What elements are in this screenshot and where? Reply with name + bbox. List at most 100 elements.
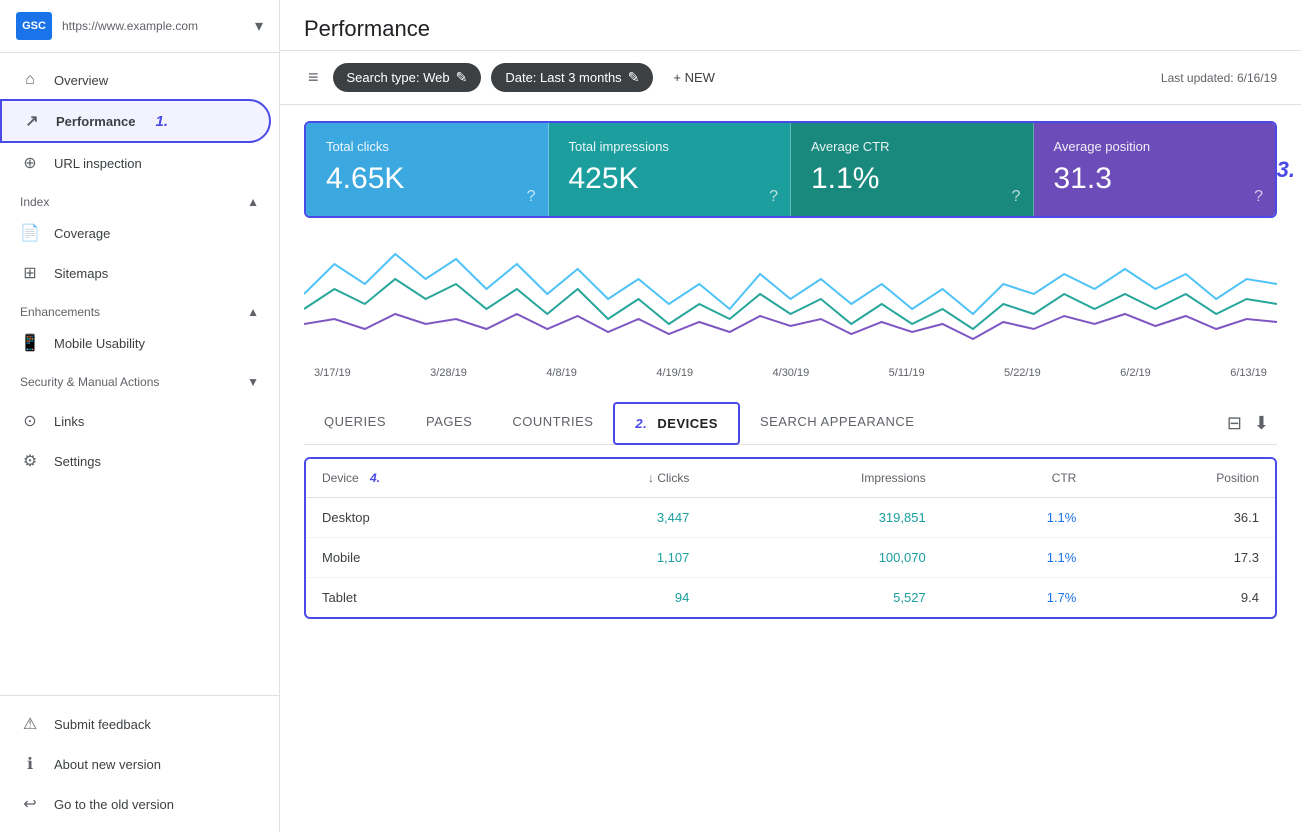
sidebar-item-submit-feedback-label: Submit feedback	[54, 717, 151, 732]
col-device: Device 4.	[306, 459, 526, 498]
main-content: Performance ≡ Search type: Web ✎ Date: L…	[280, 0, 1301, 832]
stat-card-ctr[interactable]: Average CTR 1.1% ?	[791, 123, 1034, 216]
impressions-mobile: 100,070	[705, 538, 941, 578]
last-updated-text: Last updated: 6/16/19	[1161, 71, 1277, 85]
tab-devices[interactable]: 2. DEVICES	[613, 402, 740, 445]
sidebar-item-go-to-old-version-label: Go to the old version	[54, 797, 174, 812]
search-type-chip[interactable]: Search type: Web ✎	[333, 63, 482, 92]
performance-chart	[304, 234, 1277, 364]
tab-countries[interactable]: COUNTRIES	[492, 402, 613, 445]
position-tablet: 9.4	[1092, 578, 1275, 618]
chart-date-1: 3/28/19	[430, 367, 467, 379]
chart-date-5: 5/11/19	[889, 367, 925, 379]
sidebar-item-about-new-version[interactable]: ℹ About new version	[0, 744, 271, 784]
section-index-label: Index	[20, 195, 49, 209]
col-clicks[interactable]: ↓ Clicks	[526, 459, 705, 498]
section-index[interactable]: Index ▲	[0, 183, 279, 213]
stat-position-help-icon[interactable]: ?	[1254, 188, 1263, 206]
sidebar-item-sitemaps[interactable]: ⊞ Sitemaps	[0, 253, 271, 293]
sidebar-item-mobile-usability[interactable]: 📱 Mobile Usability	[0, 323, 271, 363]
section-enhancements[interactable]: Enhancements ▲	[0, 293, 279, 323]
chart-date-3: 4/19/19	[656, 367, 693, 379]
stat-impressions-value: 425K	[569, 162, 771, 196]
new-button[interactable]: + NEW	[663, 64, 725, 91]
section-security[interactable]: Security & Manual Actions ▼	[0, 363, 279, 393]
sidebar-item-go-to-old-version[interactable]: ↩ Go to the old version	[0, 784, 271, 824]
chart-date-0: 3/17/19	[314, 367, 351, 379]
clicks-tablet: 94	[526, 578, 705, 618]
impressions-tablet: 5,527	[705, 578, 941, 618]
chart-container: 3/17/19 3/28/19 4/8/19 4/19/19 4/30/19 5…	[304, 234, 1277, 394]
col-ctr[interactable]: CTR	[942, 459, 1093, 498]
sidebar-item-links-label: Links	[54, 414, 84, 429]
clicks-desktop: 3,447	[526, 498, 705, 538]
ctr-desktop: 1.1%	[942, 498, 1093, 538]
stat-card-position[interactable]: Average position 31.3 ?	[1034, 123, 1276, 216]
stat-card-clicks[interactable]: Total clicks 4.65K ?	[306, 123, 549, 216]
filter-icon[interactable]: ≡	[304, 63, 323, 92]
download-icon[interactable]: ⬇	[1254, 413, 1269, 434]
sidebar-item-links[interactable]: ⊙ Links	[0, 401, 271, 441]
date-label: Date: Last 3 months	[505, 70, 621, 85]
stat-clicks-label: Total clicks	[326, 139, 528, 154]
ctr-mobile: 1.1%	[942, 538, 1093, 578]
impressions-desktop: 319,851	[705, 498, 941, 538]
sidebar-item-coverage[interactable]: 📄 Coverage	[0, 213, 271, 253]
data-table-section: Device 4. ↓ Clicks Impressions CTR Posit…	[304, 457, 1277, 619]
stat-ctr-value: 1.1%	[811, 162, 1013, 196]
mobile-icon: 📱	[20, 333, 40, 353]
search-type-edit-icon: ✎	[456, 69, 468, 86]
logo-chevron-icon[interactable]: ▾	[255, 16, 263, 36]
sidebar-item-coverage-label: Coverage	[54, 226, 110, 241]
sidebar: GSC https://www.example.com ▾ ⌂ Overview…	[0, 0, 280, 832]
settings-icon: ⚙	[20, 451, 40, 471]
sidebar-bottom: ⚠ Submit feedback ℹ About new version ↩ …	[0, 695, 279, 832]
tab-search-appearance-label: SEARCH APPEARANCE	[760, 414, 914, 429]
device-mobile: Mobile	[306, 538, 526, 578]
sidebar-logo[interactable]: GSC https://www.example.com ▾	[0, 0, 279, 53]
logo-text: https://www.example.com	[62, 19, 245, 33]
table-row-tablet[interactable]: Tablet 94 5,527 1.7% 9.4	[306, 578, 1275, 618]
date-chip[interactable]: Date: Last 3 months ✎	[491, 63, 653, 92]
sidebar-item-overview[interactable]: ⌂ Overview	[0, 61, 271, 99]
table-header-row: Device 4. ↓ Clicks Impressions CTR Posit…	[306, 459, 1275, 498]
tab-search-appearance[interactable]: SEARCH APPEARANCE	[740, 402, 934, 445]
sidebar-item-url-inspection-label: URL inspection	[54, 156, 142, 171]
go-back-icon: ↩	[20, 794, 40, 814]
sidebar-item-submit-feedback[interactable]: ⚠ Submit feedback	[0, 704, 271, 744]
page-title: Performance	[304, 16, 1277, 42]
chart-date-7: 6/2/19	[1120, 367, 1151, 379]
tab-queries-label: QUERIES	[324, 414, 386, 429]
table-row-desktop[interactable]: Desktop 3,447 319,851 1.1% 36.1	[306, 498, 1275, 538]
section-enhancements-label: Enhancements	[20, 305, 100, 319]
col-impressions[interactable]: Impressions	[705, 459, 941, 498]
feedback-icon: ⚠	[20, 714, 40, 734]
chart-date-2: 4/8/19	[546, 367, 577, 379]
stat-impressions-help-icon[interactable]: ?	[769, 188, 778, 206]
position-mobile: 17.3	[1092, 538, 1275, 578]
logo-icon: GSC	[16, 12, 52, 40]
sidebar-item-url-inspection[interactable]: ⊕ URL inspection	[0, 143, 271, 183]
tab-queries[interactable]: QUERIES	[304, 402, 406, 445]
sidebar-nav: ⌂ Overview ↗ Performance 1. ⊕ URL inspec…	[0, 53, 279, 695]
table-row-mobile[interactable]: Mobile 1,107 100,070 1.1% 17.3	[306, 538, 1275, 578]
stat-ctr-help-icon[interactable]: ?	[1012, 188, 1021, 206]
tab-pages[interactable]: PAGES	[406, 402, 492, 445]
stat-card-impressions[interactable]: Total impressions 425K ?	[549, 123, 792, 216]
table-filter-icon[interactable]: ⊟	[1227, 413, 1242, 434]
stat-clicks-help-icon[interactable]: ?	[527, 188, 536, 206]
sidebar-item-mobile-usability-label: Mobile Usability	[54, 336, 145, 351]
col-position[interactable]: Position	[1092, 459, 1275, 498]
tab-devices-label: DEVICES	[657, 416, 718, 431]
links-icon: ⊙	[20, 411, 40, 431]
search-icon: ⊕	[20, 153, 40, 173]
home-icon: ⌂	[20, 71, 40, 89]
stat-ctr-label: Average CTR	[811, 139, 1013, 154]
sidebar-item-settings[interactable]: ⚙ Settings	[0, 441, 271, 481]
sidebar-item-performance[interactable]: ↗ Performance 1.	[0, 99, 271, 143]
chart-date-4: 4/30/19	[773, 367, 810, 379]
section-security-chevron-icon: ▼	[247, 375, 259, 389]
ctr-tablet: 1.7%	[942, 578, 1093, 618]
chart-date-6: 5/22/19	[1004, 367, 1041, 379]
sidebar-item-settings-label: Settings	[54, 454, 101, 469]
